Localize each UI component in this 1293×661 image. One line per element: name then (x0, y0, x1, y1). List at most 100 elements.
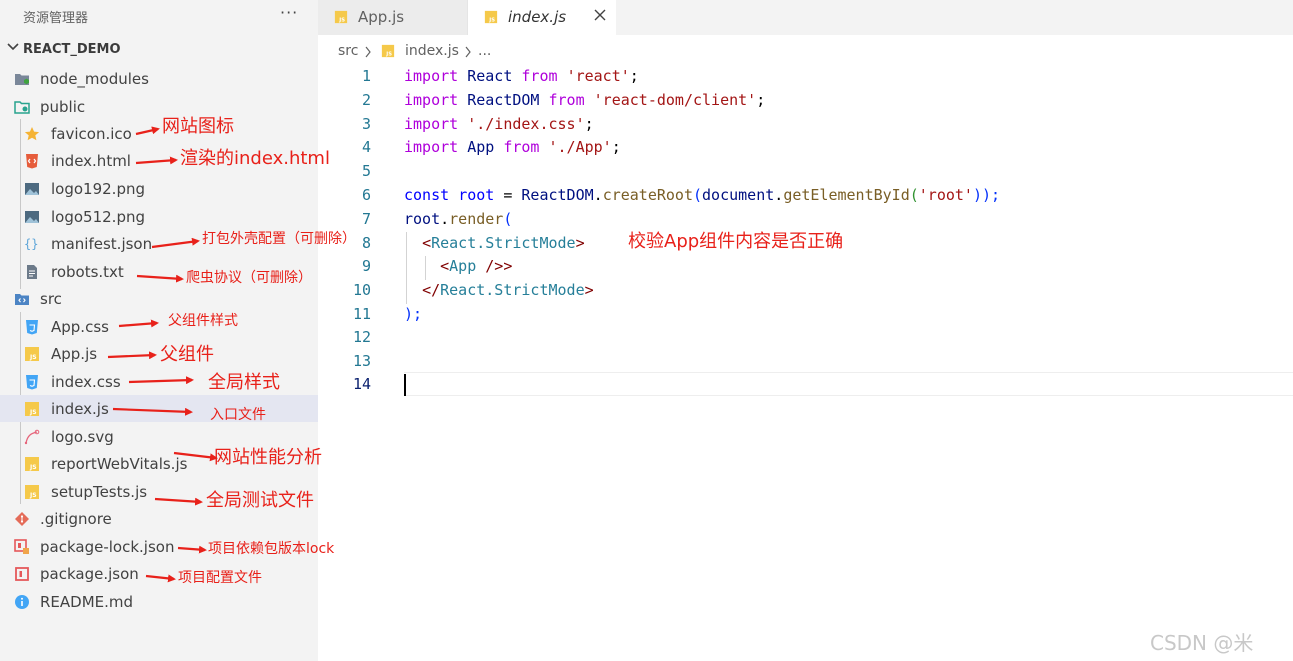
line-number: 13 (352, 352, 371, 370)
tree-item-public[interactable]: public (0, 93, 318, 120)
code-token: from (521, 67, 558, 85)
line-number: 11 (352, 305, 371, 323)
code-token: </ (422, 281, 441, 299)
code-token: App (467, 138, 495, 156)
code-token: const (404, 186, 450, 204)
tree-item-src[interactable]: src (0, 285, 318, 312)
code-line-4: import App from './App'; (404, 135, 621, 159)
chevron-down-icon (7, 43, 19, 51)
code-token: App (449, 257, 477, 275)
line-number: 3 (361, 115, 371, 133)
image-file-icon (25, 211, 39, 223)
code-token: < (422, 234, 432, 252)
tree-item-label: index.html (51, 152, 131, 170)
annotation-reportwebvitals: 网站性能分析 (214, 447, 322, 468)
code-token: ); (404, 305, 423, 323)
svg-text:JS: JS (338, 17, 345, 23)
tree-item-logo192[interactable]: logo192.png (0, 175, 318, 202)
code-token: from (503, 138, 540, 156)
star-icon (24, 127, 40, 141)
tree-item-label: favicon.ico (51, 125, 132, 143)
more-actions-icon[interactable]: ··· (280, 3, 298, 22)
html-file-icon (26, 154, 38, 169)
breadcrumb-segment-src[interactable]: src (338, 43, 358, 59)
tab-app-js[interactable]: JS App.js (318, 0, 468, 35)
line-number: 4 (361, 138, 371, 156)
svg-text:JS: JS (488, 17, 495, 23)
code-token: root (404, 210, 441, 228)
annotation-index-js: 入口文件 (210, 407, 266, 423)
breadcrumb-symbols[interactable]: ... (478, 43, 491, 59)
code-line-3: import './index.css'; (404, 112, 594, 136)
code-token: ( (909, 186, 919, 204)
code-token: 'root' (918, 186, 973, 204)
js-file-icon: JS (25, 347, 39, 361)
code-token: = (494, 186, 522, 204)
line-number: 10 (352, 281, 371, 299)
tab-index-js[interactable]: JS index.js (468, 0, 616, 35)
tree-item-label: App.css (51, 318, 109, 336)
annotation-package-json: 项目配置文件 (178, 570, 262, 586)
tree-item-app-css[interactable]: App.css (0, 313, 318, 340)
line-number: 5 (361, 162, 371, 180)
explorer-title: 资源管理器 (23, 11, 89, 26)
css-file-icon (26, 320, 38, 335)
code-token: import (404, 138, 459, 156)
js-file-icon: JS (25, 402, 39, 416)
explorer-sidebar: 资源管理器 ··· REACT_DEMO node_modules public… (0, 0, 318, 661)
code-token: > (503, 257, 513, 275)
line-number: 6 (361, 186, 371, 204)
explorer-root-folder[interactable]: REACT_DEMO (0, 37, 318, 63)
annotation-robots: 爬虫协议（可删除） (186, 270, 312, 286)
svg-file-icon (24, 429, 40, 445)
annotation-favicon: 网站图标 (162, 116, 234, 137)
close-icon[interactable] (592, 7, 608, 23)
svg-text:{}: {} (24, 237, 38, 251)
code-token: import (404, 115, 459, 133)
explorer-header: 资源管理器 ··· (0, 0, 318, 32)
svg-text:JS: JS (29, 409, 37, 416)
breadcrumb-segment-file[interactable]: index.js (405, 43, 459, 59)
tree-item-label: index.css (51, 373, 121, 391)
tree-item-label: logo.svg (51, 428, 114, 446)
tree-item-label: index.js (51, 400, 109, 418)
annotation-strictmode: 校验App组件内容是否正确 (628, 231, 844, 252)
tree-item-label: README.md (40, 593, 134, 611)
code-token: . (440, 210, 450, 228)
tree-item-logo-svg[interactable]: logo.svg (0, 423, 318, 450)
image-file-icon (25, 183, 39, 195)
annotation-index-css: 全局样式 (208, 372, 280, 393)
annotation-setuptests: 全局测试文件 (206, 490, 314, 511)
annotation-app-js: 父组件 (160, 344, 214, 365)
line-number: 9 (361, 257, 371, 275)
tree-item-package-json[interactable]: package.json (0, 560, 318, 587)
code-line-2: import ReactDOM from 'react-dom/client'; (404, 88, 765, 112)
tree-item-logo512[interactable]: logo512.png (0, 203, 318, 230)
code-token: import (404, 91, 459, 109)
tree-item-label: logo512.png (51, 208, 145, 226)
watermark: CSDN @米 (1150, 631, 1254, 655)
tree-item-app-js[interactable]: JS App.js (0, 340, 318, 367)
code-token: > (575, 234, 585, 252)
code-token: )); (972, 186, 1001, 204)
tree-item-index-js[interactable]: JS index.js (0, 395, 318, 422)
code-editor[interactable]: 1 2 3 4 5 6 7 8 9 10 11 12 13 14 import … (318, 64, 1293, 661)
js-file-icon: JS (484, 10, 498, 23)
tree-item-label: reportWebVitals.js (51, 455, 188, 473)
text-cursor (404, 374, 406, 396)
code-token: getElementById (783, 186, 910, 204)
editor-tab-bar: JS App.js JS index.js (318, 0, 1293, 35)
css-file-icon (26, 375, 38, 390)
npm-lock-icon (14, 539, 29, 554)
line-number: 14 (352, 375, 371, 393)
code-token: ( (503, 210, 513, 228)
tree-item-readme-md[interactable]: README.md (0, 588, 318, 615)
tree-item-label: package.json (40, 565, 139, 583)
code-token: ; (611, 138, 621, 156)
tree-item-label: .gitignore (40, 510, 112, 528)
tree-item-node-modules[interactable]: node_modules (0, 65, 318, 92)
current-line-highlight (404, 372, 1293, 396)
tree-item-label: App.js (51, 345, 98, 363)
tree-item-favicon[interactable]: favicon.ico (0, 120, 318, 147)
tree-item-label: public (40, 98, 86, 116)
